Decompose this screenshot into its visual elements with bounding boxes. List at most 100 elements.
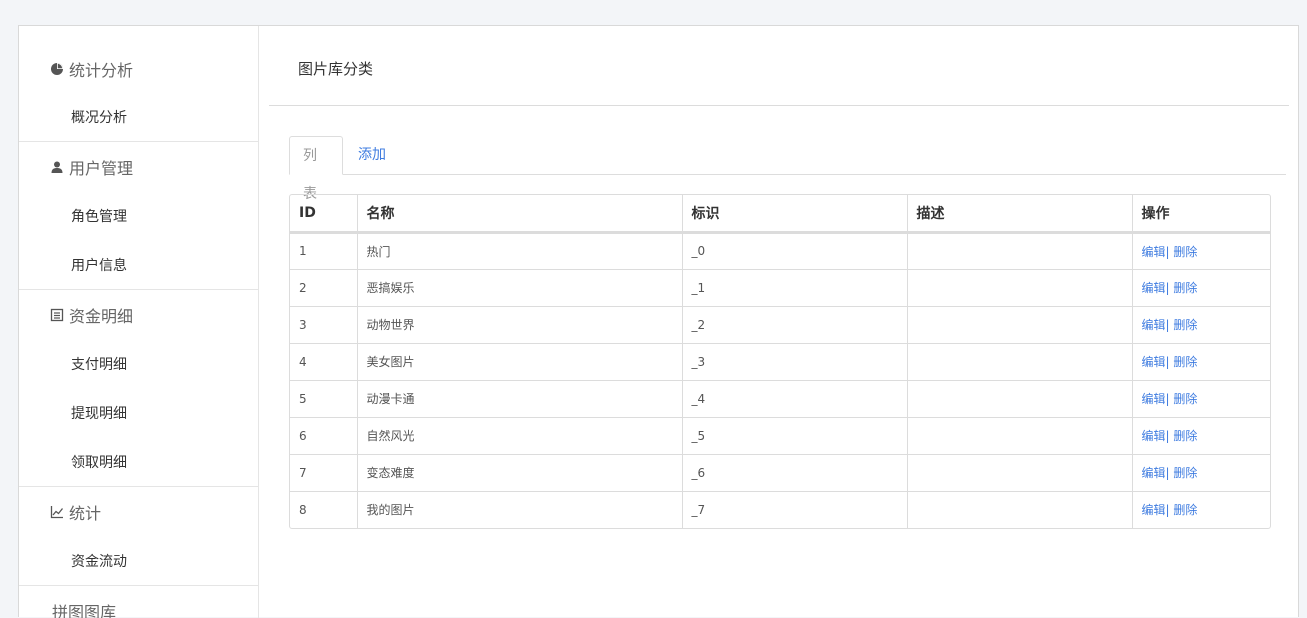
action-separator: | bbox=[1166, 392, 1170, 406]
cell-id: 2 bbox=[290, 269, 357, 306]
user-icon bbox=[50, 160, 64, 174]
sidebar-group-user-management: 用户管理 角色管理 用户信息 bbox=[19, 142, 258, 290]
sidebar-item-label: 支付明细 bbox=[71, 354, 127, 374]
tab-list[interactable]: 列表 bbox=[289, 136, 343, 175]
sidebar-group-header[interactable]: 资金明细 bbox=[19, 290, 258, 339]
delete-link[interactable]: 删除 bbox=[1173, 503, 1197, 517]
tab-add[interactable]: 添加 bbox=[345, 136, 399, 174]
cell-name: 美女图片 bbox=[357, 343, 682, 380]
sidebar-item-user-info[interactable]: 用户信息 bbox=[19, 240, 258, 289]
cell-description bbox=[907, 491, 1132, 528]
sidebar-group-stats-analysis: 统计分析 概况分析 bbox=[19, 26, 258, 142]
cell-id: 6 bbox=[290, 417, 357, 454]
delete-link[interactable]: 删除 bbox=[1173, 245, 1197, 259]
cell-name: 我的图片 bbox=[357, 491, 682, 528]
edit-link[interactable]: 编辑 bbox=[1142, 503, 1166, 517]
cell-tag: _7 bbox=[682, 491, 907, 528]
table-row: 8我的图片_7编辑| 删除 bbox=[290, 491, 1270, 528]
cell-actions: 编辑| 删除 bbox=[1132, 417, 1270, 454]
cell-description bbox=[907, 269, 1132, 306]
cell-tag: _0 bbox=[682, 232, 907, 269]
sidebar-group-label: 资金明细 bbox=[69, 303, 133, 327]
cell-id: 4 bbox=[290, 343, 357, 380]
edit-link[interactable]: 编辑 bbox=[1142, 466, 1166, 480]
sidebar-item-label: 资金流动 bbox=[71, 551, 127, 571]
line-chart-icon bbox=[50, 505, 64, 519]
edit-link[interactable]: 编辑 bbox=[1142, 392, 1166, 406]
cell-description bbox=[907, 306, 1132, 343]
edit-link[interactable]: 编辑 bbox=[1142, 355, 1166, 369]
action-separator: | bbox=[1166, 281, 1170, 295]
cell-tag: _4 bbox=[682, 380, 907, 417]
cell-id: 8 bbox=[290, 491, 357, 528]
cell-tag: _5 bbox=[682, 417, 907, 454]
sidebar-item-label: 提现明细 bbox=[71, 403, 127, 423]
cell-name: 动漫卡通 bbox=[357, 380, 682, 417]
edit-link[interactable]: 编辑 bbox=[1142, 281, 1166, 295]
cell-actions: 编辑| 删除 bbox=[1132, 454, 1270, 491]
column-header-id: ID bbox=[290, 195, 357, 232]
column-header-name: 名称 bbox=[357, 195, 682, 232]
cell-description bbox=[907, 380, 1132, 417]
sidebar-group-label: 拼图图库 bbox=[52, 599, 116, 618]
sidebar-group-statistics: 统计 资金流动 bbox=[19, 487, 258, 586]
sidebar-group-label: 用户管理 bbox=[69, 155, 133, 179]
sidebar-group-header[interactable]: 用户管理 bbox=[19, 142, 258, 191]
delete-link[interactable]: 删除 bbox=[1173, 466, 1197, 480]
table-row: 7变态难度_6 编辑| 删除 bbox=[290, 454, 1270, 491]
sidebar-group-funds-detail: 资金明细 支付明细 提现明细 领取明细 bbox=[19, 290, 258, 487]
page-title: 图片库分类 bbox=[298, 58, 373, 79]
table-row: 4美女图片_3编辑| 删除 bbox=[290, 343, 1270, 380]
sidebar-group-puzzle-gallery: 拼图图库 bbox=[19, 586, 258, 618]
cell-name: 自然风光 bbox=[357, 417, 682, 454]
sidebar-group-header[interactable]: 拼图图库 bbox=[19, 586, 258, 618]
delete-link[interactable]: 删除 bbox=[1173, 281, 1197, 295]
cell-description bbox=[907, 343, 1132, 380]
action-separator: | bbox=[1166, 245, 1170, 259]
sidebar-item-receive-detail[interactable]: 领取明细 bbox=[19, 437, 258, 486]
sidebar-item-withdraw-detail[interactable]: 提现明细 bbox=[19, 388, 258, 437]
cell-name: 变态难度 bbox=[357, 454, 682, 491]
sidebar-item-label: 概况分析 bbox=[71, 107, 127, 127]
sidebar-item-payment-detail[interactable]: 支付明细 bbox=[19, 339, 258, 388]
cell-actions: 编辑| 删除 bbox=[1132, 306, 1270, 343]
sidebar-item-funds-flow[interactable]: 资金流动 bbox=[19, 536, 258, 585]
table-row: 6自然风光_5 编辑| 删除 bbox=[290, 417, 1270, 454]
sidebar-group-header[interactable]: 统计 bbox=[19, 487, 258, 536]
cell-tag: _1 bbox=[682, 269, 907, 306]
table-header-row: ID 名称 标识 描述 操作 bbox=[290, 195, 1270, 232]
title-divider bbox=[269, 105, 1289, 106]
delete-link[interactable]: 删除 bbox=[1173, 318, 1197, 332]
sidebar-item-label: 角色管理 bbox=[71, 206, 127, 226]
cell-tag: _6 bbox=[682, 454, 907, 491]
sidebar-item-label: 用户信息 bbox=[71, 255, 127, 275]
app-frame: 统计分析 概况分析 用户管理 角色管理 用户信息 bbox=[18, 25, 1299, 617]
sidebar-item-roles[interactable]: 角色管理 bbox=[19, 191, 258, 240]
sidebar-item-label: 领取明细 bbox=[71, 452, 127, 472]
edit-link[interactable]: 编辑 bbox=[1142, 318, 1166, 332]
delete-link[interactable]: 删除 bbox=[1173, 429, 1197, 443]
sidebar-group-header[interactable]: 统计分析 bbox=[19, 26, 258, 92]
sidebar-group-label: 统计分析 bbox=[69, 57, 133, 81]
cell-id: 1 bbox=[290, 232, 357, 269]
cell-actions: 编辑| 删除 bbox=[1132, 343, 1270, 380]
cell-actions: 编辑| 删除 bbox=[1132, 380, 1270, 417]
table-row: 1热门_0编辑| 删除 bbox=[290, 232, 1270, 269]
edit-link[interactable]: 编辑 bbox=[1142, 429, 1166, 443]
action-separator: | bbox=[1166, 466, 1170, 480]
sidebar: 统计分析 概况分析 用户管理 角色管理 用户信息 bbox=[19, 26, 259, 618]
delete-link[interactable]: 删除 bbox=[1173, 355, 1197, 369]
action-separator: | bbox=[1166, 318, 1170, 332]
cell-id: 7 bbox=[290, 454, 357, 491]
table-row: 5动漫卡通_4编辑| 删除 bbox=[290, 380, 1270, 417]
cell-id: 3 bbox=[290, 306, 357, 343]
sidebar-item-overview[interactable]: 概况分析 bbox=[19, 92, 258, 141]
delete-link[interactable]: 删除 bbox=[1173, 392, 1197, 406]
cell-description bbox=[907, 232, 1132, 269]
pie-chart-icon bbox=[50, 62, 64, 76]
sidebar-group-label: 统计 bbox=[69, 500, 101, 524]
cell-description bbox=[907, 454, 1132, 491]
category-table: ID 名称 标识 描述 操作 1热门_0编辑| 删除2恶搞娱乐_1编辑| 删除3… bbox=[289, 194, 1271, 529]
edit-link[interactable]: 编辑 bbox=[1142, 245, 1166, 259]
action-separator: | bbox=[1166, 429, 1170, 443]
